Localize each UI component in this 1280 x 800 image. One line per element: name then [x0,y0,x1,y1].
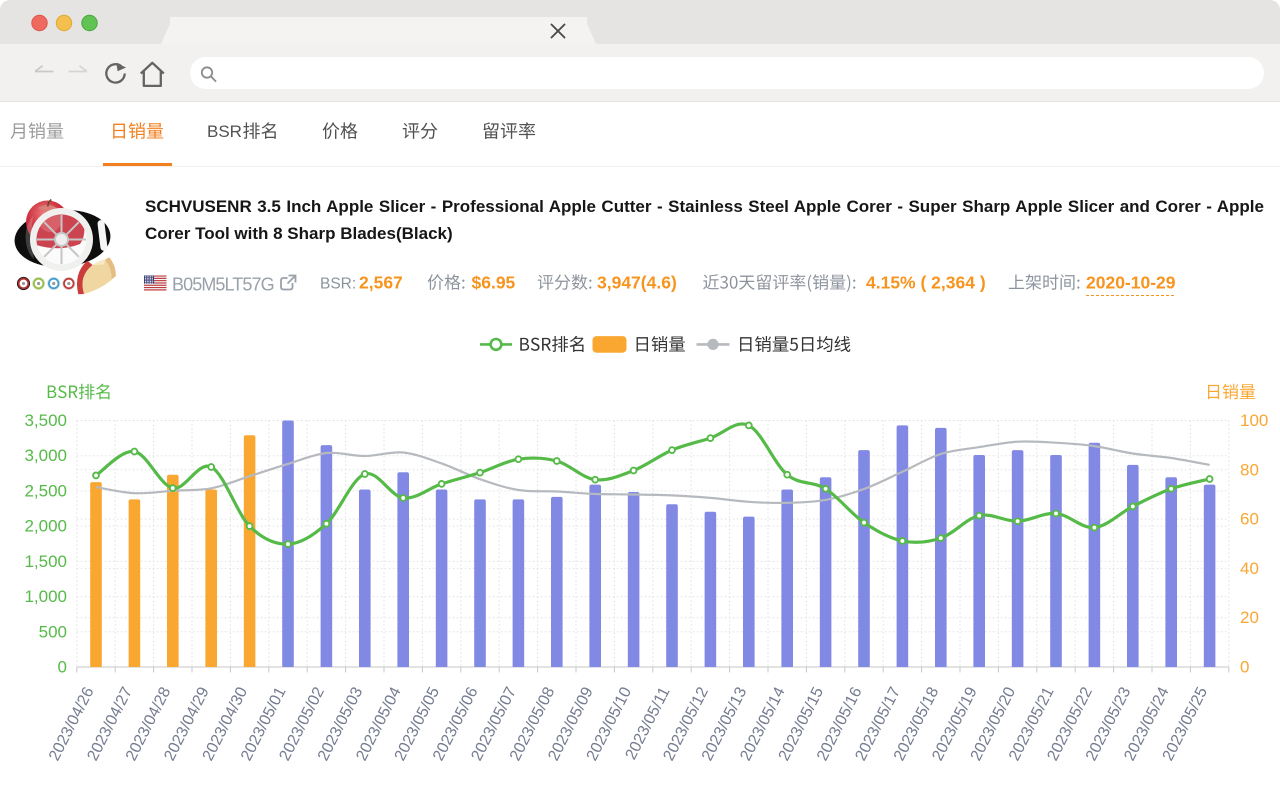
svg-text:2020-10-29: 2020-10-29 [1086,273,1176,293]
svg-text:2,567: 2,567 [359,273,403,293]
svg-text:3,500: 3,500 [24,411,67,430]
svg-text:1,500: 1,500 [24,552,67,571]
svg-text:3,947(4.6): 3,947(4.6) [597,273,677,293]
svg-text:0: 0 [1240,658,1249,677]
svg-text:B05M5LT57G: B05M5LT57G [172,275,274,295]
svg-text:100: 100 [1240,411,1268,430]
svg-text:40: 40 [1240,559,1259,578]
svg-text:80: 80 [1240,460,1259,479]
svg-text:1,000: 1,000 [24,587,67,606]
svg-text:$6.95: $6.95 [472,273,516,293]
svg-text:BSR: BSR [207,122,242,141]
svg-text:20: 20 [1240,608,1259,627]
svg-text:3,000: 3,000 [24,446,67,465]
svg-text:4.15% ( 2,364 ): 4.15% ( 2,364 ) [866,273,986,293]
svg-text:0: 0 [58,658,67,677]
svg-text:60: 60 [1240,510,1259,529]
svg-text:2,500: 2,500 [24,481,67,500]
svg-text:2,000: 2,000 [24,517,67,536]
svg-text:BSR:: BSR: [320,276,356,293]
svg-text:500: 500 [39,622,67,641]
